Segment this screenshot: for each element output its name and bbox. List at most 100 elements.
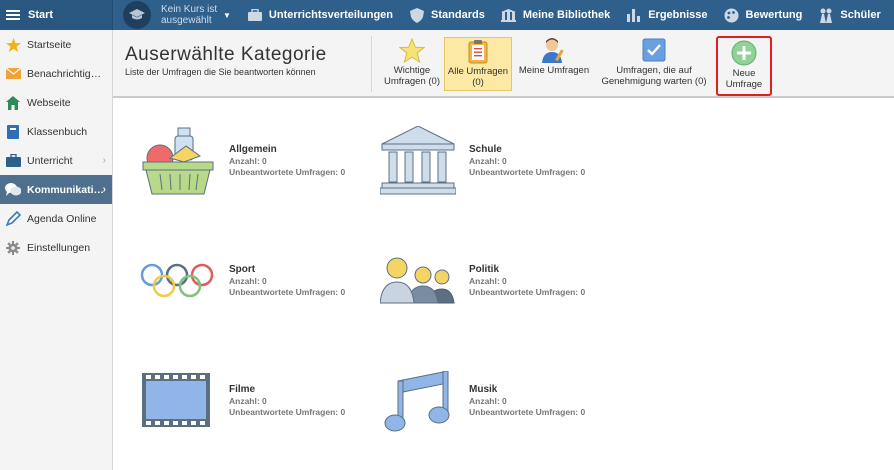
briefcase-icon — [5, 153, 21, 169]
nav-label: Meine Bibliothek — [522, 9, 611, 21]
chat-icon — [5, 182, 21, 198]
course-selector[interactable]: Kein Kurs ist ausgewählt ▼ — [123, 0, 231, 30]
film-strip-icon — [142, 373, 210, 427]
nav-schueler[interactable]: Schüler — [818, 8, 881, 23]
sidebar-item-unterricht[interactable]: Unterricht › — [0, 146, 112, 175]
category-count: Anzahl: 0 — [229, 156, 267, 166]
category-unanswered: Unbeantwortete Umfragen: 0 — [469, 167, 586, 177]
nav-standards[interactable]: Standards — [409, 7, 485, 23]
chevron-right-icon: › — [102, 184, 106, 195]
nav-label: Bewertung — [745, 9, 803, 21]
category-unanswered: Unbeantwortete Umfragen: 0 — [229, 287, 346, 297]
briefcase-icon — [247, 8, 263, 22]
important-surveys-label: Wichtige Umfragen (0) — [384, 65, 440, 87]
category-name: Schule — [469, 144, 502, 155]
grocery-basket-icon — [142, 127, 214, 195]
sidebar-item-label: Klassenbuch — [27, 125, 88, 138]
people-group-icon — [380, 257, 455, 304]
nav-meine-bibliothek[interactable]: Meine Bibliothek — [501, 8, 610, 22]
nav-bewertung[interactable]: Bewertung — [724, 8, 803, 22]
nav-label: Ergebnisse — [648, 9, 708, 21]
category-count: Anzahl: 0 — [469, 156, 507, 166]
students-icon — [818, 8, 834, 23]
sidebar-item-label: Einstellungen — [27, 241, 91, 254]
category-count: Anzahl: 0 — [229, 276, 267, 286]
category-unanswered: Unbeantwortete Umfragen: 0 — [469, 407, 586, 417]
book-icon — [5, 124, 21, 140]
music-note-icon — [384, 371, 450, 432]
nav-label: Unterrichtsverteilungen — [268, 9, 394, 21]
category-meta: Anzahl: 0 Unbeantwortete Umfragen: 0 — [469, 276, 585, 298]
checkbox-icon — [597, 37, 711, 63]
category-name: Sport — [229, 264, 256, 275]
sidebar-item-webseite[interactable]: Webseite — [0, 88, 112, 117]
category-meta: Anzahl: 0 Unbeantwortete Umfragen: 0 — [229, 276, 345, 298]
page-title: Auserwählte Kategorie — [125, 44, 327, 65]
chevron-down-icon: ▼ — [223, 10, 231, 20]
category-name: Allgemein — [229, 144, 277, 155]
divider — [371, 36, 372, 92]
page-header: Auserwählte Kategorie Liste der Umfragen… — [113, 30, 894, 98]
sidebar-item-kommunikation[interactable]: Kommunikation › — [0, 175, 112, 204]
sidebar-item-label: Agenda Online — [27, 212, 97, 225]
house-icon — [5, 95, 21, 111]
envelope-icon — [5, 66, 21, 82]
category-name: Filme — [229, 384, 256, 395]
school-building-icon — [380, 126, 456, 195]
pencil-icon — [5, 211, 21, 227]
sidebar-item-label: Unterricht — [27, 154, 73, 167]
course-selector-text: Kein Kurs ist ausgewählt — [161, 4, 218, 26]
category-unanswered: Unbeantwortete Umfragen: 0 — [469, 287, 586, 297]
library-icon — [501, 8, 517, 22]
graduation-cap-icon — [123, 1, 151, 29]
bar-chart-icon — [626, 8, 642, 22]
category-filme[interactable]: Filme Anzahl: 0 Unbeantwortete Umfragen:… — [140, 371, 380, 451]
category-sport[interactable]: Sport Anzahl: 0 Unbeantwortete Umfragen:… — [140, 251, 380, 331]
all-surveys-button[interactable]: Alle Umfragen (0) — [444, 37, 512, 91]
user-edit-icon — [515, 37, 593, 63]
sidebar-item-label: Benachrichtigungen — [27, 67, 105, 80]
plus-circle-icon — [718, 40, 770, 66]
sidebar-item-klassenbuch[interactable]: Klassenbuch — [0, 117, 112, 146]
sidebar-item-benachrichtigungen[interactable]: Benachrichtigungen — [0, 59, 112, 88]
category-meta: Anzahl: 0 Unbeantwortete Umfragen: 0 — [229, 156, 345, 178]
new-survey-label: Neue Umfrage — [725, 68, 763, 90]
pending-surveys-label: Umfragen, die auf Genehmigung warten (0) — [601, 65, 707, 87]
star-icon — [5, 37, 21, 53]
pending-surveys-button[interactable]: Umfragen, die auf Genehmigung warten (0) — [597, 37, 711, 91]
start-menu-button[interactable]: Start — [0, 0, 113, 30]
sidebar-item-label: Startseite — [27, 38, 72, 51]
important-surveys-button[interactable]: Wichtige Umfragen (0) — [379, 37, 445, 91]
hamburger-icon — [6, 10, 20, 20]
start-label: Start — [28, 9, 54, 21]
category-count: Anzahl: 0 — [469, 276, 507, 286]
gear-icon — [5, 240, 21, 256]
nav-ergebnisse[interactable]: Ergebnisse — [626, 8, 708, 22]
category-meta: Anzahl: 0 Unbeantwortete Umfragen: 0 — [469, 156, 585, 178]
category-count: Anzahl: 0 — [229, 396, 267, 406]
category-schule[interactable]: Schule Anzahl: 0 Unbeantwortete Umfragen… — [380, 126, 640, 206]
new-survey-button[interactable]: Neue Umfrage — [716, 36, 772, 96]
sidebar-item-einstellungen[interactable]: Einstellungen — [0, 233, 112, 262]
category-unanswered: Unbeantwortete Umfragen: 0 — [229, 167, 346, 177]
sidebar-item-startseite[interactable]: Startseite — [0, 30, 112, 59]
sidebar-item-agenda-online[interactable]: Agenda Online — [0, 204, 112, 233]
sidebar: Startseite Benachrichtigungen Webseite K… — [0, 30, 113, 470]
my-surveys-button[interactable]: Meine Umfragen — [515, 37, 593, 91]
palette-icon — [724, 8, 740, 22]
clipboard-icon — [445, 38, 511, 64]
sidebar-item-label: Kommunikation — [27, 183, 105, 196]
olympic-rings-icon — [140, 263, 214, 298]
category-musik[interactable]: Musik Anzahl: 0 Unbeantwortete Umfragen:… — [380, 371, 640, 451]
category-politik[interactable]: Politik Anzahl: 0 Unbeantwortete Umfrage… — [380, 251, 640, 331]
chevron-right-icon: › — [102, 155, 106, 166]
shield-icon — [409, 7, 425, 23]
nav-label: Schüler — [840, 9, 881, 21]
category-allgemein[interactable]: Allgemein Anzahl: 0 Unbeantwortete Umfra… — [140, 126, 380, 206]
category-name: Musik — [469, 384, 498, 395]
top-bar: Start Kein Kurs ist ausgewählt ▼ Unterri… — [0, 0, 894, 30]
category-count: Anzahl: 0 — [469, 396, 507, 406]
page-subtitle: Liste der Umfragen die Sie beantworten k… — [125, 67, 316, 77]
nav-unterrichtsverteilungen[interactable]: Unterrichtsverteilungen — [247, 8, 393, 22]
sidebar-item-label: Webseite — [27, 96, 71, 109]
